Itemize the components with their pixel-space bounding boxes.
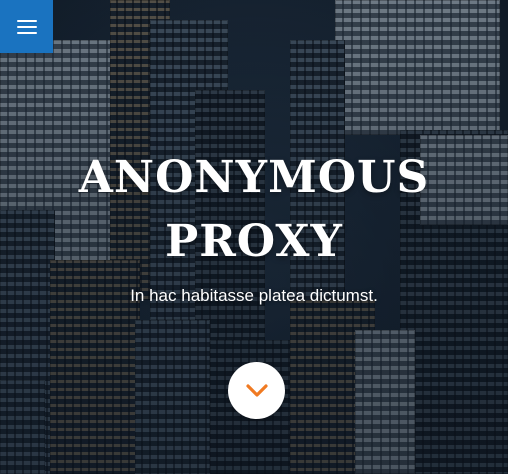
hero-section: ANONYMOUS PROXY In hac habitasse platea …	[0, 0, 508, 474]
menu-button[interactable]	[0, 0, 53, 53]
hero-title: ANONYMOUS PROXY	[78, 152, 430, 267]
chevron-down-icon	[245, 383, 268, 397]
hamburger-menu-icon	[16, 19, 37, 35]
hero-subtitle: In hac habitasse platea dictumst.	[130, 286, 378, 305]
scroll-down-button[interactable]	[228, 362, 285, 419]
